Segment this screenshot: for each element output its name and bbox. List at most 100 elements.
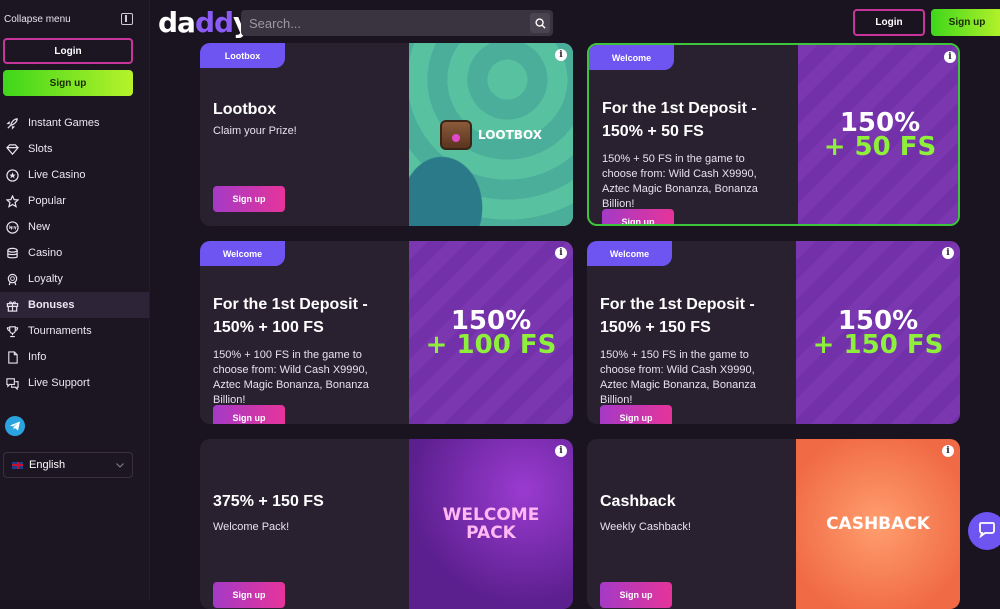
- sidebar-item-label: Bonuses: [28, 299, 75, 311]
- gift-icon: [5, 298, 19, 312]
- sidebar-item-label: Loyalty: [28, 273, 63, 285]
- sidebar-item-label: Instant Games: [28, 117, 100, 129]
- sidebar-item-casino[interactable]: Casino: [0, 240, 149, 266]
- sidebar-item-new[interactable]: New: [0, 214, 149, 240]
- card-image-label: WELCOME PACK: [443, 506, 540, 542]
- card-description: 150% + 100 FS in the game to choose from…: [213, 349, 369, 406]
- promo-text: 150% + 50 FS: [823, 107, 937, 162]
- language-select[interactable]: English: [3, 452, 133, 478]
- sidebar-item-label: Live Casino: [28, 169, 86, 181]
- sidebar-signup-button[interactable]: Sign up: [3, 70, 133, 96]
- card-image: WELCOME PACK i: [409, 439, 573, 609]
- sidebar-item-label: Casino: [28, 247, 63, 259]
- live-chat-button[interactable]: [968, 512, 1000, 550]
- card-signup-button[interactable]: Sign up: [213, 186, 285, 212]
- diamond-icon: [5, 142, 19, 156]
- card-title: For the 1st Deposit - 150% + 100 FS: [213, 296, 368, 336]
- rocket-icon: [5, 116, 19, 130]
- top-bar: daddy Search... Login Sign up: [150, 0, 1000, 44]
- search-icon[interactable]: [530, 13, 550, 33]
- card-image: CASHBACK i: [796, 439, 960, 609]
- card-badge: Lootbox: [200, 43, 285, 68]
- bonus-card-cashback[interactable]: Cashback Weekly Cashback! Sign up CASHBA…: [587, 439, 960, 609]
- card-badge: Welcome: [589, 45, 674, 70]
- treasure-chest-icon: [440, 119, 472, 150]
- card-badge: Welcome: [587, 241, 672, 266]
- info-icon[interactable]: i: [942, 247, 954, 259]
- card-title: For the 1st Deposit - 150% + 50 FS: [602, 100, 757, 140]
- bonus-card-welcome-50fs[interactable]: Welcome For the 1st Deposit - 150% + 50 …: [587, 43, 960, 226]
- promo-freespins: + 100 FS: [425, 329, 557, 360]
- info-icon[interactable]: i: [555, 49, 567, 61]
- info-icon[interactable]: i: [555, 247, 567, 259]
- header-login-button[interactable]: Login: [853, 9, 925, 36]
- card-title: 375% + 150 FS: [213, 493, 324, 510]
- card-image-label-bottom: PACK: [466, 523, 516, 543]
- bonus-card-welcome-100fs[interactable]: Welcome For the 1st Deposit - 150% + 100…: [200, 241, 573, 424]
- collapse-sidebar-icon[interactable]: [121, 13, 133, 25]
- card-image-label: CASHBACK: [826, 514, 930, 534]
- sidebar-nav: Instant Games Slots Live Casino Popular …: [0, 110, 149, 396]
- info-icon[interactable]: i: [555, 445, 567, 457]
- sidebar-item-live-casino[interactable]: Live Casino: [0, 162, 149, 188]
- trophy-icon: [5, 324, 19, 338]
- sidebar-item-loyalty[interactable]: Loyalty: [0, 266, 149, 292]
- bonus-card-welcome-pack[interactable]: 375% + 150 FS Welcome Pack! Sign up WELC…: [200, 439, 573, 609]
- chat-icon: [5, 376, 19, 390]
- sidebar-item-label: Live Support: [28, 377, 90, 389]
- sidebar-item-tournaments[interactable]: Tournaments: [0, 318, 149, 344]
- card-signup-button[interactable]: Sign up: [213, 582, 285, 608]
- collapse-menu-row[interactable]: Collapse menu: [0, 0, 149, 38]
- card-signup-button[interactable]: Sign up: [213, 405, 285, 424]
- info-icon[interactable]: i: [942, 445, 954, 457]
- card-signup-button[interactable]: Sign up: [600, 582, 672, 608]
- card-title: For the 1st Deposit - 150% + 150 FS: [600, 296, 755, 336]
- star-icon: [5, 194, 19, 208]
- card-title: Lootbox: [213, 101, 277, 118]
- card-image: LOOTBOX i: [409, 43, 573, 226]
- card-subtitle: Welcome Pack!: [213, 521, 290, 533]
- search-input[interactable]: Search...: [241, 10, 553, 36]
- sidebar-item-label: Info: [28, 351, 47, 363]
- sidebar-item-instant-games[interactable]: Instant Games: [0, 110, 149, 136]
- sidebar-item-label: New: [28, 221, 51, 233]
- sidebar-item-live-support[interactable]: Live Support: [0, 370, 149, 396]
- header-signup-button[interactable]: Sign up: [931, 9, 1000, 36]
- document-icon: [5, 350, 19, 364]
- info-icon[interactable]: i: [944, 51, 956, 63]
- promo-text: 150% + 100 FS: [425, 305, 557, 360]
- medal-icon: [5, 272, 19, 286]
- logo-text: daddy: [158, 6, 251, 39]
- collapse-menu-label: Collapse menu: [4, 13, 71, 25]
- card-signup-button[interactable]: Sign up: [600, 405, 672, 424]
- bonus-card-lootbox[interactable]: Lootbox Lootbox Claim your Prize! Sign u…: [200, 43, 573, 226]
- card-description: 150% + 150 FS in the game to choose from…: [600, 349, 756, 406]
- card-image-label: LOOTBOX: [478, 127, 542, 142]
- card-subtitle: Weekly Cashback!: [600, 521, 691, 533]
- star-circle-icon: [5, 168, 19, 182]
- card-description: 150% + 50 FS in the game to choose from:…: [602, 153, 758, 210]
- language-current: English: [12, 459, 65, 471]
- sidebar-item-label: Tournaments: [28, 325, 92, 337]
- promo-freespins: + 50 FS: [823, 131, 937, 162]
- sidebar-item-bonuses[interactable]: Bonuses: [0, 292, 149, 318]
- sidebar-item-info[interactable]: Info: [0, 344, 149, 370]
- chat-bubble-icon: [978, 520, 996, 543]
- sidebar-item-popular[interactable]: Popular: [0, 188, 149, 214]
- card-subtitle: Claim your Prize!: [213, 125, 297, 137]
- sidebar-item-slots[interactable]: Slots: [0, 136, 149, 162]
- logo[interactable]: daddy: [158, 6, 251, 39]
- promo-percent: 150%: [450, 305, 532, 336]
- card-signup-button[interactable]: Sign up: [602, 209, 674, 224]
- card-badge: Welcome: [200, 241, 285, 266]
- bonus-card-welcome-150fs[interactable]: Welcome For the 1st Deposit - 150% + 150…: [587, 241, 960, 424]
- sidebar-item-label: Slots: [28, 143, 53, 155]
- telegram-icon[interactable]: [5, 416, 25, 436]
- language-label: English: [29, 459, 66, 471]
- card-title: Cashback: [600, 493, 676, 510]
- chevron-down-icon: [116, 459, 124, 471]
- new-badge-icon: [5, 220, 19, 234]
- promo-percent: 150%: [839, 107, 921, 138]
- sidebar-login-button[interactable]: Login: [3, 38, 133, 64]
- coins-icon: [5, 246, 19, 260]
